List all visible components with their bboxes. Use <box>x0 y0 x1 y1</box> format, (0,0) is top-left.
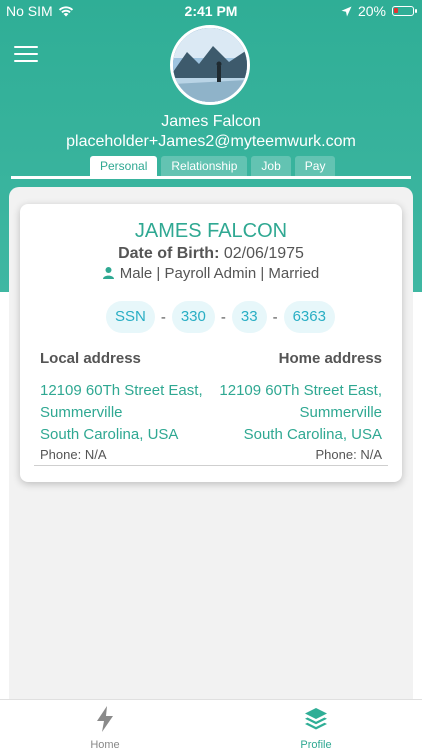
bottom-tab-bar: Home Profile <box>0 699 422 751</box>
ssn-separator: - <box>160 308 166 326</box>
avatar-image <box>173 28 247 102</box>
local-address[interactable]: 12109 60Th Street East, Summerville Sout… <box>40 380 203 464</box>
tabbar-profile[interactable]: Profile <box>276 706 356 751</box>
home-address-line1: 12109 60Th Street East, <box>219 382 382 399</box>
ssn-part-3: 6363 <box>283 301 335 333</box>
home-address[interactable]: 12109 60Th Street East, Summerville Sout… <box>219 380 382 464</box>
lightning-icon <box>97 706 113 732</box>
dob-value: 02/06/1975 <box>223 245 304 262</box>
dob-label: Date of Birth: <box>118 245 220 262</box>
tabbar-home[interactable]: Home <box>65 706 145 751</box>
status-bar: No SIM 2:41 PM 20% <box>0 0 422 22</box>
local-address-line1: 12109 60Th Street East, <box>40 382 203 399</box>
ssn-label: SSN <box>106 301 155 333</box>
tab-pay[interactable]: Pay <box>294 156 336 176</box>
home-phone: Phone: N/A <box>315 447 383 462</box>
ssn-part-1: 330 <box>171 301 215 333</box>
tabbar-profile-label: Profile <box>300 739 332 751</box>
location-arrow-icon <box>341 6 352 16</box>
ssn-row: SSN - 330 - 33 - 6363 <box>106 301 335 333</box>
ssn-separator: - <box>220 308 226 326</box>
tabbar-home-label: Home <box>90 739 120 751</box>
ssn-part-2: 33 <box>231 301 267 333</box>
tab-personal[interactable]: Personal <box>90 156 158 176</box>
tab-underline <box>11 176 411 179</box>
tab-relationship[interactable]: Relationship <box>161 156 248 176</box>
battery-icon <box>392 6 417 16</box>
home-address-line2: Summerville <box>299 404 382 421</box>
personal-info-card: JAMES FALCON Date of Birth: 02/06/1975 M… <box>20 204 402 482</box>
user-email: placeholder+James2@myteemwurk.com <box>66 133 356 150</box>
user-name: James Falcon <box>161 113 261 130</box>
home-address-line3: South Carolina, USA <box>243 426 382 443</box>
full-name-heading: JAMES FALCON <box>134 220 288 242</box>
local-address-line2: Summerville <box>40 404 123 421</box>
home-address-title: Home address <box>278 350 382 367</box>
personal-details: Male | Payroll Admin | Married <box>20 265 402 282</box>
ssn-separator: - <box>272 308 278 326</box>
avatar[interactable] <box>170 25 250 105</box>
local-address-title: Local address <box>40 350 141 367</box>
details-text: Male | Payroll Admin | Married <box>119 265 320 282</box>
local-phone: Phone: N/A <box>40 447 107 462</box>
local-address-line3: South Carolina, USA <box>40 426 179 443</box>
person-icon <box>102 267 114 279</box>
date-of-birth: Date of Birth: 02/06/1975 <box>20 245 402 263</box>
card-divider <box>34 465 388 466</box>
battery-percent: 20% <box>357 3 386 19</box>
layers-icon <box>305 708 327 730</box>
menu-icon[interactable] <box>14 46 38 64</box>
profile-tabs: Personal Relationship Job Pay <box>90 156 336 176</box>
tab-job[interactable]: Job <box>251 156 291 176</box>
